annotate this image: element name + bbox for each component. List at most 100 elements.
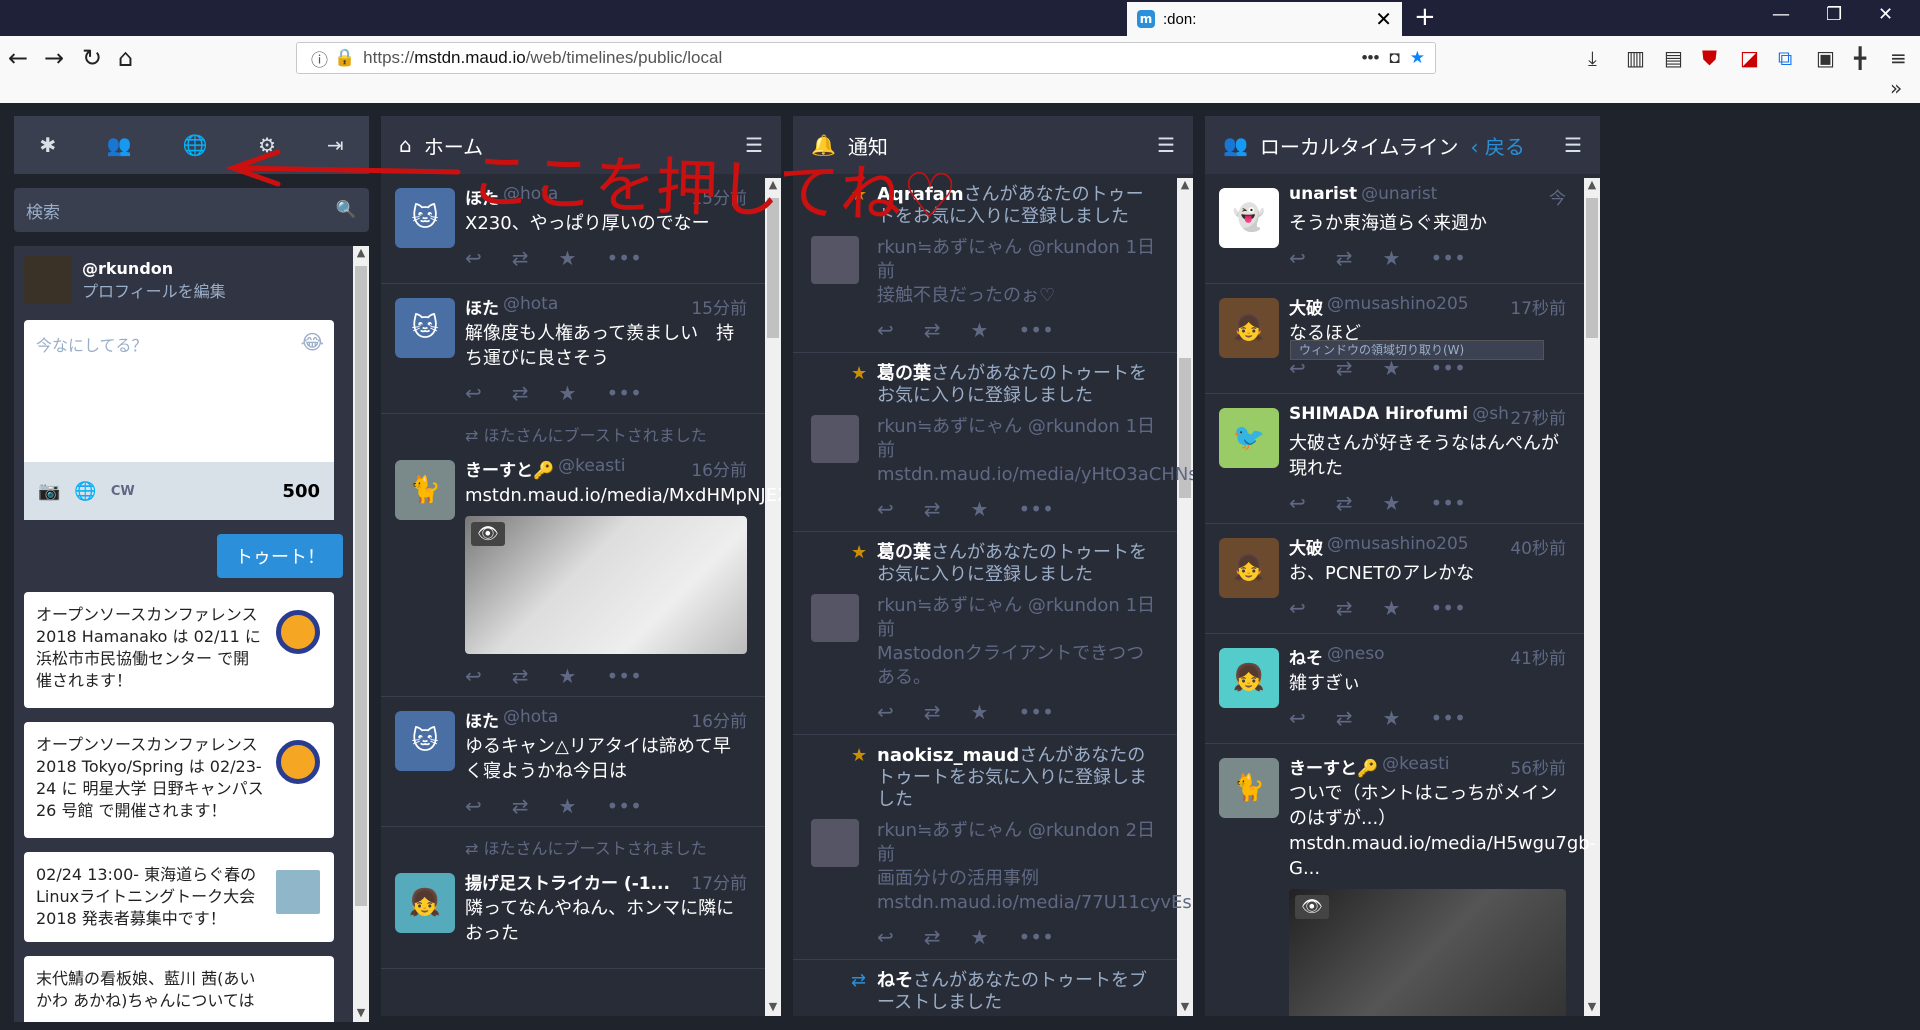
local-timeline-icon[interactable]: 👥 [107,133,132,157]
media-attachment[interactable]: 👁 [465,516,747,654]
pocket-icon[interactable]: ◘ [1389,48,1399,68]
timestamp[interactable]: 15分前 [691,294,747,319]
status-item[interactable]: 👧 大破 @musashino205 40秒前 お、PCNETのアレかな ↩ ⇄ ★ ••… [1205,524,1584,634]
camera-icon[interactable]: 📷 [38,481,60,502]
reply-icon[interactable]: ↩ [877,318,894,342]
notifier-name[interactable]: naokisz_maud [877,745,1019,766]
favourite-star-icon[interactable]: ★ [559,246,577,270]
display-name[interactable]: ほた [465,707,499,732]
privacy-globe-icon[interactable]: 🌐 [74,481,96,502]
timestamp[interactable]: 16分前 [691,456,747,481]
reply-icon[interactable]: ↩ [1289,596,1306,620]
new-tab-icon[interactable]: + [1414,2,1436,32]
timestamp[interactable]: 17秒前 [1510,294,1566,319]
toot-button[interactable]: トゥート！ [217,534,343,578]
more-icon[interactable]: ••• [606,381,641,405]
boost-icon[interactable]: ⇄ [512,246,529,270]
more-icon[interactable]: ••• [1018,497,1053,521]
favourite-star-icon[interactable]: ★ [971,700,989,724]
favourite-star-icon[interactable]: ★ [559,794,577,818]
bookmark-star-icon[interactable]: ★ [1410,48,1425,68]
notification-item[interactable]: ★ 葛の葉さんがあなたのトゥートをお気に入りに登録しました rkun≒あずにゃん … [793,353,1193,532]
search-input[interactable]: 検索 🔍 [14,188,369,232]
display-name[interactable]: ほた [465,294,499,319]
close-tab-icon[interactable]: ✕ [1375,7,1392,31]
edit-profile-link[interactable]: プロフィールを編集 [82,278,226,302]
close-window-icon[interactable]: ✕ [1878,4,1893,25]
local-column-header[interactable]: 👥 ローカルタイムライン ‹ 戻る ☰ [1205,116,1600,174]
avatar[interactable] [811,236,859,284]
notification-item[interactable]: ★ naokisz_maudさんがあなたのトゥートをお気に入りに登録しました rk… [793,735,1193,960]
media-attachment[interactable]: 👁 [1289,889,1566,1016]
timestamp[interactable]: 今 [1549,184,1566,209]
display-name[interactable]: 大破 [1289,294,1323,319]
notifier-name[interactable]: 葛の葉 [877,542,931,563]
announcement-card[interactable]: オープンソースカンファレンス 2018 Hamanako は 02/11 に 浜… [24,592,334,708]
reply-icon[interactable]: ↩ [465,664,482,688]
more-icon[interactable]: ••• [606,246,641,270]
sensitive-eye-icon[interactable]: 👁 [471,522,505,546]
avatar[interactable] [811,819,859,867]
more-icon[interactable]: ••• [606,794,641,818]
status-item[interactable]: 👧 大破 @musashino205 17秒前 なるほど ↩ ⇄ ★ ••• [1205,284,1584,394]
more-icon[interactable]: ••• [1430,706,1465,730]
display-name[interactable]: 揚げ足ストライカー (-1... [465,869,670,894]
announcement-card[interactable]: 02/24 13:00- 東海道らぐ春の Linuxライトニングトーク大会 20… [24,852,334,942]
boost-icon[interactable]: ⇄ [924,318,941,342]
boost-icon[interactable]: ⇄ [1336,491,1353,515]
favourite-star-icon[interactable]: ★ [559,664,577,688]
avatar[interactable] [24,256,72,304]
status-author[interactable]: rkun≒あずにゃん @rkundon [877,820,1120,841]
notification-item[interactable]: ★ 葛の葉さんがあなたのトゥートをお気に入りに登録しました rkun≒あずにゃん … [793,532,1177,735]
more-icon[interactable]: ••• [1018,925,1053,949]
display-name[interactable]: SHIMADA Hirofumi [1289,404,1468,429]
display-name[interactable]: unarist [1289,184,1357,209]
avatar[interactable]: 👧 [1219,648,1279,708]
status-text[interactable]: mstdn.maud.io/media/MxdHMpNJEX... [465,483,781,508]
avatar[interactable]: 👧 [1219,538,1279,598]
announcement-card[interactable]: 末代鯖の看板娘、藍川 茜(あいかわ あかね)ちゃんについては [24,956,334,1022]
notifier-name[interactable]: ねそ [877,970,913,991]
more-icon[interactable]: ••• [1430,596,1465,620]
status-author[interactable]: rkun≒あずにゃん @rkundon [877,237,1120,258]
timestamp[interactable]: 41秒前 [1510,644,1566,669]
timestamp[interactable]: 56秒前 [1510,754,1566,779]
boost-icon[interactable]: ⇄ [924,925,941,949]
download-icon[interactable]: ⤓ [1588,46,1597,70]
timestamp[interactable]: 27秒前 [1510,404,1566,429]
avatar[interactable] [811,415,859,463]
reload-icon[interactable]: ↻ [82,44,102,72]
column-settings-icon[interactable]: ☰ [1157,133,1175,157]
favourite-star-icon[interactable]: ★ [559,381,577,405]
back-icon[interactable]: ← [8,44,28,72]
reply-icon[interactable]: ↩ [465,794,482,818]
status-item[interactable]: 🐈 きーすと🔑 @keasti 16分前 mstdn.maud.io/media/M… [381,446,781,697]
avatar[interactable]: 👧 [395,873,455,933]
avatar[interactable]: 🐦 [1219,408,1279,468]
notification-item[interactable]: ⇄ ねそさんがあなたのトゥートをブーストしました [793,960,1177,1016]
boost-icon[interactable]: ⇄ [924,700,941,724]
more-icon[interactable]: ••• [1430,246,1465,270]
column-settings-icon[interactable]: ☰ [1564,133,1582,157]
avatar[interactable] [811,594,859,642]
status-item[interactable]: 👧 揚げ足ストライカー (-1... 17分前 隣ってなんやねん、ホンマに隣におっ… [381,859,765,969]
status-text[interactable]: ついで（ホントはこっちがメインのはずが...）mstdn.maud.io/med… [1289,781,1596,881]
home-icon[interactable]: ⌂ [118,44,133,72]
boost-icon[interactable]: ⇄ [512,664,529,688]
status-item[interactable]: 🐈 きーすと🔑 @keasti 56秒前 ついで（ホントはこっちがメインのはずが..… [1205,744,1596,1016]
home-scrollbar[interactable]: ▲ ▼ [765,178,781,1016]
drawer-scrollbar[interactable]: ▲ ▼ [353,246,369,1022]
display-name[interactable]: 大破 [1289,534,1323,559]
boost-icon[interactable]: ⇄ [1336,706,1353,730]
favourite-star-icon[interactable]: ★ [971,925,989,949]
favourite-star-icon[interactable]: ★ [971,497,989,521]
status-item[interactable]: 🐦 SHIMADA Hirofumi@shi...27秒前 大破さんが好きそうな… [1205,394,1584,524]
compose-textarea[interactable]: 今なにしてる？ 😂 📷 🌐 CW 500 [24,320,334,520]
reply-icon[interactable]: ↩ [1289,246,1306,270]
search-icon[interactable]: 🔍 [336,200,357,220]
favourite-star-icon[interactable]: ★ [1383,706,1401,730]
notifier-name[interactable]: 葛の葉 [877,363,931,384]
more-icon[interactable]: ••• [1018,318,1053,342]
favourite-star-icon[interactable]: ★ [1383,246,1401,270]
reply-icon[interactable]: ↩ [1289,491,1306,515]
